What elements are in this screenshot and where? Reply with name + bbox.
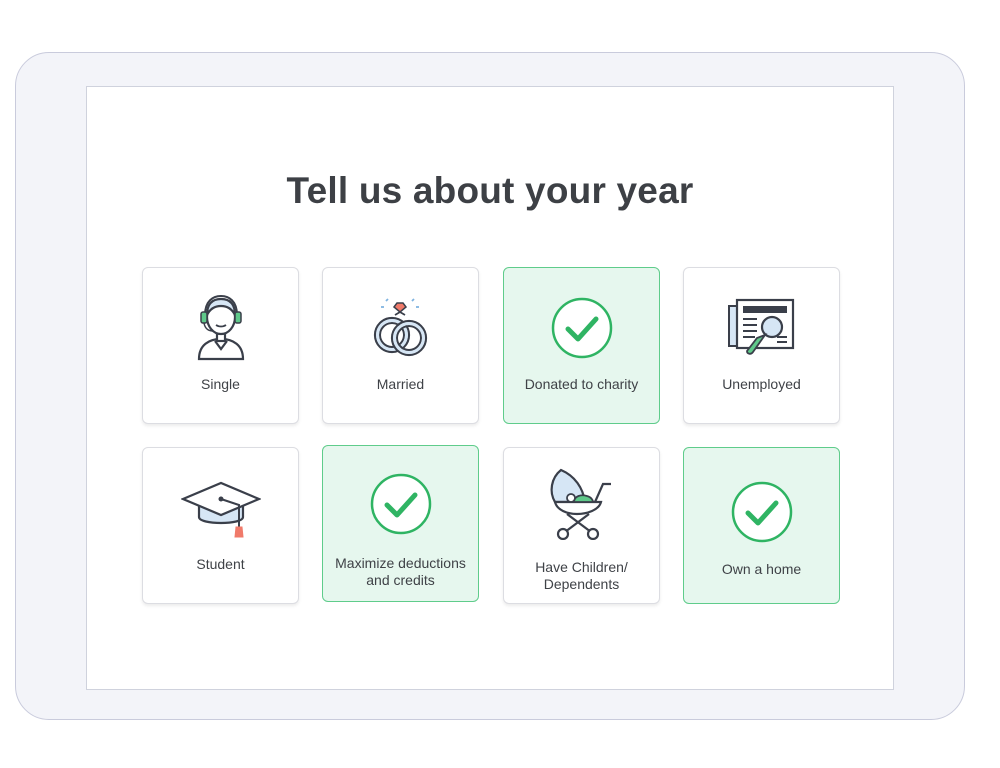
- graduation-cap-icon: [143, 472, 298, 544]
- checkmark-circle-icon: [684, 476, 839, 548]
- screen: Tell us about your year Single Married D…: [86, 86, 894, 690]
- page-title: Tell us about your year: [286, 170, 694, 211]
- option-label: Maximize deductions and credits: [335, 555, 466, 588]
- option-label: Married: [376, 376, 425, 392]
- checkmark-circle-icon: [504, 292, 659, 364]
- option-card-maximize-deductions[interactable]: Maximize deductions and credits: [322, 445, 479, 602]
- tablet-frame: Tell us about your year Single Married D…: [15, 52, 965, 720]
- option-label: Unemployed: [722, 376, 801, 392]
- option-card-single[interactable]: Single: [142, 267, 299, 424]
- baby-stroller-icon: [504, 466, 659, 540]
- option-card-own-a-home[interactable]: Own a home: [683, 447, 840, 604]
- option-label: Single: [201, 376, 240, 392]
- option-card-married[interactable]: Married: [322, 267, 479, 424]
- option-label: Own a home: [721, 561, 802, 577]
- option-card-have-children[interactable]: Have Children/ Dependents: [503, 447, 660, 604]
- option-label: Student: [196, 556, 245, 572]
- option-label: Donated to charity: [524, 376, 639, 392]
- option-label: Have Children/ Dependents: [535, 559, 628, 592]
- newspaper-magnifier-icon: [684, 292, 839, 364]
- checkmark-circle-icon: [323, 468, 478, 540]
- option-card-unemployed[interactable]: Unemployed: [683, 267, 840, 424]
- option-card-student[interactable]: Student: [142, 447, 299, 604]
- option-card-donated-to-charity[interactable]: Donated to charity: [503, 267, 660, 424]
- wedding-rings-icon: [323, 292, 478, 364]
- person-headset-icon: [143, 292, 298, 364]
